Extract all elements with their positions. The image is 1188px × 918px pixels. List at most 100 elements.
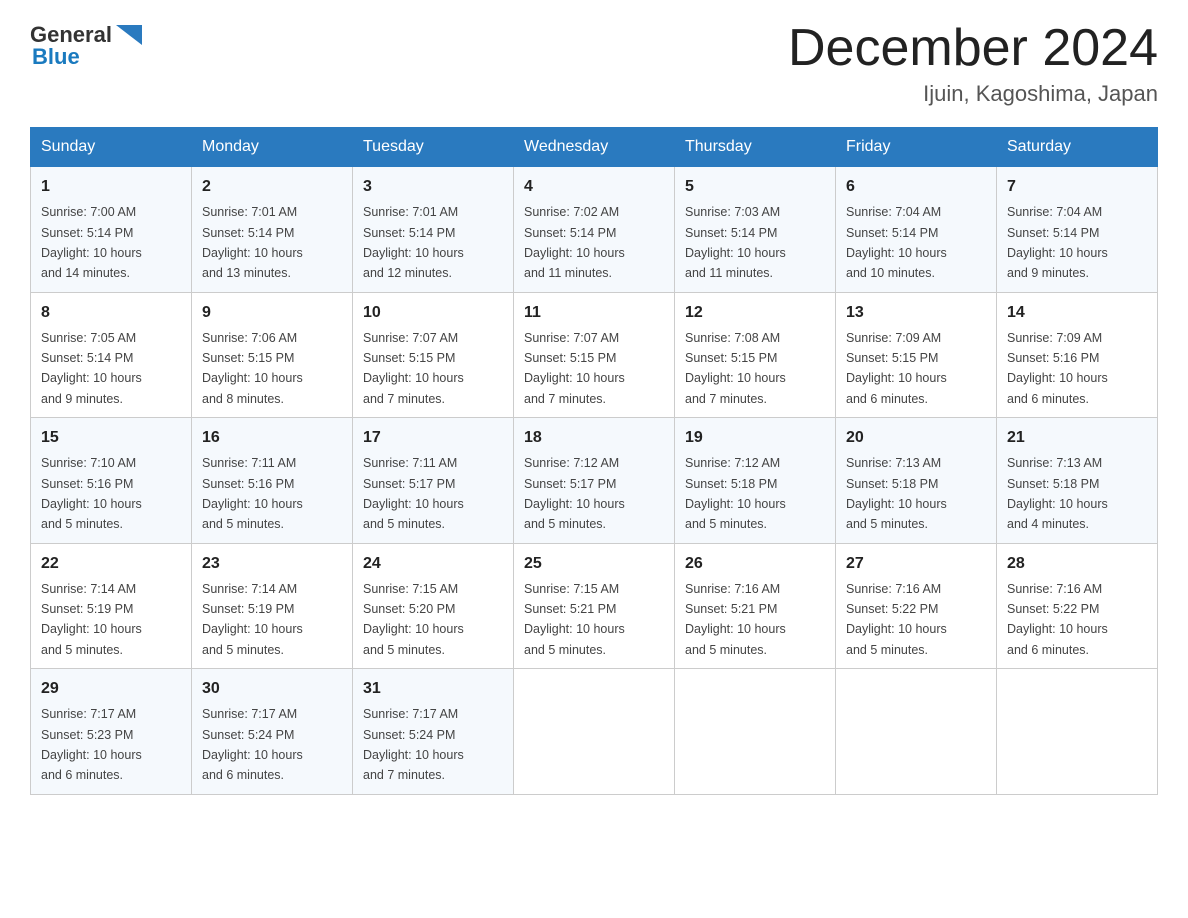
day-info: Sunrise: 7:10 AMSunset: 5:16 PMDaylight:… [41,456,142,531]
calendar-cell: 20 Sunrise: 7:13 AMSunset: 5:18 PMDaylig… [836,418,997,544]
day-number: 11 [524,301,664,325]
calendar-week-row: 15 Sunrise: 7:10 AMSunset: 5:16 PMDaylig… [31,418,1158,544]
day-number: 25 [524,552,664,576]
day-number: 14 [1007,301,1147,325]
calendar-cell: 22 Sunrise: 7:14 AMSunset: 5:19 PMDaylig… [31,543,192,669]
day-info: Sunrise: 7:01 AMSunset: 5:14 PMDaylight:… [363,205,464,280]
calendar-cell: 30 Sunrise: 7:17 AMSunset: 5:24 PMDaylig… [192,669,353,795]
day-info: Sunrise: 7:09 AMSunset: 5:15 PMDaylight:… [846,331,947,406]
calendar-cell: 7 Sunrise: 7:04 AMSunset: 5:14 PMDayligh… [997,167,1158,293]
day-info: Sunrise: 7:06 AMSunset: 5:15 PMDaylight:… [202,331,303,406]
day-info: Sunrise: 7:05 AMSunset: 5:14 PMDaylight:… [41,331,142,406]
day-info: Sunrise: 7:17 AMSunset: 5:24 PMDaylight:… [202,707,303,782]
day-info: Sunrise: 7:14 AMSunset: 5:19 PMDaylight:… [202,582,303,657]
day-number: 10 [363,301,503,325]
calendar-week-row: 29 Sunrise: 7:17 AMSunset: 5:23 PMDaylig… [31,669,1158,795]
month-year-title: December 2024 [788,20,1158,77]
day-number: 1 [41,175,181,199]
calendar-cell: 12 Sunrise: 7:08 AMSunset: 5:15 PMDaylig… [675,292,836,418]
calendar-cell: 21 Sunrise: 7:13 AMSunset: 5:18 PMDaylig… [997,418,1158,544]
calendar-cell [514,669,675,795]
day-info: Sunrise: 7:07 AMSunset: 5:15 PMDaylight:… [524,331,625,406]
calendar-cell: 2 Sunrise: 7:01 AMSunset: 5:14 PMDayligh… [192,167,353,293]
day-info: Sunrise: 7:16 AMSunset: 5:22 PMDaylight:… [846,582,947,657]
day-info: Sunrise: 7:14 AMSunset: 5:19 PMDaylight:… [41,582,142,657]
day-info: Sunrise: 7:02 AMSunset: 5:14 PMDaylight:… [524,205,625,280]
day-number: 8 [41,301,181,325]
calendar-cell [836,669,997,795]
location-subtitle: Ijuin, Kagoshima, Japan [788,81,1158,107]
calendar-cell: 28 Sunrise: 7:16 AMSunset: 5:22 PMDaylig… [997,543,1158,669]
day-info: Sunrise: 7:03 AMSunset: 5:14 PMDaylight:… [685,205,786,280]
calendar-table: Sunday Monday Tuesday Wednesday Thursday… [30,127,1158,795]
day-number: 26 [685,552,825,576]
calendar-cell: 24 Sunrise: 7:15 AMSunset: 5:20 PMDaylig… [353,543,514,669]
header-wednesday: Wednesday [514,128,675,167]
day-number: 13 [846,301,986,325]
calendar-week-row: 1 Sunrise: 7:00 AMSunset: 5:14 PMDayligh… [31,167,1158,293]
header-monday: Monday [192,128,353,167]
day-info: Sunrise: 7:11 AMSunset: 5:17 PMDaylight:… [363,456,464,531]
day-number: 20 [846,426,986,450]
day-info: Sunrise: 7:12 AMSunset: 5:17 PMDaylight:… [524,456,625,531]
day-number: 30 [202,677,342,701]
calendar-cell: 15 Sunrise: 7:10 AMSunset: 5:16 PMDaylig… [31,418,192,544]
weekday-header-row: Sunday Monday Tuesday Wednesday Thursday… [31,128,1158,167]
day-number: 27 [846,552,986,576]
day-info: Sunrise: 7:04 AMSunset: 5:14 PMDaylight:… [1007,205,1108,280]
day-number: 23 [202,552,342,576]
day-info: Sunrise: 7:15 AMSunset: 5:20 PMDaylight:… [363,582,464,657]
calendar-cell: 1 Sunrise: 7:00 AMSunset: 5:14 PMDayligh… [31,167,192,293]
day-number: 9 [202,301,342,325]
calendar-cell: 11 Sunrise: 7:07 AMSunset: 5:15 PMDaylig… [514,292,675,418]
day-info: Sunrise: 7:16 AMSunset: 5:22 PMDaylight:… [1007,582,1108,657]
header-tuesday: Tuesday [353,128,514,167]
calendar-cell: 16 Sunrise: 7:11 AMSunset: 5:16 PMDaylig… [192,418,353,544]
calendar-cell: 6 Sunrise: 7:04 AMSunset: 5:14 PMDayligh… [836,167,997,293]
day-info: Sunrise: 7:17 AMSunset: 5:24 PMDaylight:… [363,707,464,782]
day-number: 5 [685,175,825,199]
calendar-cell: 17 Sunrise: 7:11 AMSunset: 5:17 PMDaylig… [353,418,514,544]
logo-blue-text: Blue [32,44,80,70]
day-number: 29 [41,677,181,701]
day-info: Sunrise: 7:15 AMSunset: 5:21 PMDaylight:… [524,582,625,657]
calendar-cell: 13 Sunrise: 7:09 AMSunset: 5:15 PMDaylig… [836,292,997,418]
day-info: Sunrise: 7:07 AMSunset: 5:15 PMDaylight:… [363,331,464,406]
day-info: Sunrise: 7:09 AMSunset: 5:16 PMDaylight:… [1007,331,1108,406]
header-thursday: Thursday [675,128,836,167]
calendar-cell: 23 Sunrise: 7:14 AMSunset: 5:19 PMDaylig… [192,543,353,669]
day-number: 2 [202,175,342,199]
page-header: General Blue December 2024 Ijuin, Kagosh… [30,20,1158,107]
day-number: 16 [202,426,342,450]
calendar-cell: 29 Sunrise: 7:17 AMSunset: 5:23 PMDaylig… [31,669,192,795]
calendar-cell: 9 Sunrise: 7:06 AMSunset: 5:15 PMDayligh… [192,292,353,418]
calendar-cell: 19 Sunrise: 7:12 AMSunset: 5:18 PMDaylig… [675,418,836,544]
day-number: 3 [363,175,503,199]
day-info: Sunrise: 7:13 AMSunset: 5:18 PMDaylight:… [1007,456,1108,531]
day-info: Sunrise: 7:04 AMSunset: 5:14 PMDaylight:… [846,205,947,280]
calendar-cell: 31 Sunrise: 7:17 AMSunset: 5:24 PMDaylig… [353,669,514,795]
day-info: Sunrise: 7:00 AMSunset: 5:14 PMDaylight:… [41,205,142,280]
header-saturday: Saturday [997,128,1158,167]
calendar-cell: 5 Sunrise: 7:03 AMSunset: 5:14 PMDayligh… [675,167,836,293]
day-number: 17 [363,426,503,450]
calendar-cell: 8 Sunrise: 7:05 AMSunset: 5:14 PMDayligh… [31,292,192,418]
calendar-week-row: 22 Sunrise: 7:14 AMSunset: 5:19 PMDaylig… [31,543,1158,669]
day-number: 12 [685,301,825,325]
day-number: 18 [524,426,664,450]
calendar-cell: 27 Sunrise: 7:16 AMSunset: 5:22 PMDaylig… [836,543,997,669]
calendar-cell: 3 Sunrise: 7:01 AMSunset: 5:14 PMDayligh… [353,167,514,293]
day-info: Sunrise: 7:01 AMSunset: 5:14 PMDaylight:… [202,205,303,280]
day-number: 15 [41,426,181,450]
calendar-cell [675,669,836,795]
calendar-cell [997,669,1158,795]
day-info: Sunrise: 7:13 AMSunset: 5:18 PMDaylight:… [846,456,947,531]
calendar-cell: 26 Sunrise: 7:16 AMSunset: 5:21 PMDaylig… [675,543,836,669]
calendar-week-row: 8 Sunrise: 7:05 AMSunset: 5:14 PMDayligh… [31,292,1158,418]
day-number: 4 [524,175,664,199]
calendar-cell: 14 Sunrise: 7:09 AMSunset: 5:16 PMDaylig… [997,292,1158,418]
day-info: Sunrise: 7:08 AMSunset: 5:15 PMDaylight:… [685,331,786,406]
day-number: 7 [1007,175,1147,199]
calendar-header: Sunday Monday Tuesday Wednesday Thursday… [31,128,1158,167]
header-sunday: Sunday [31,128,192,167]
